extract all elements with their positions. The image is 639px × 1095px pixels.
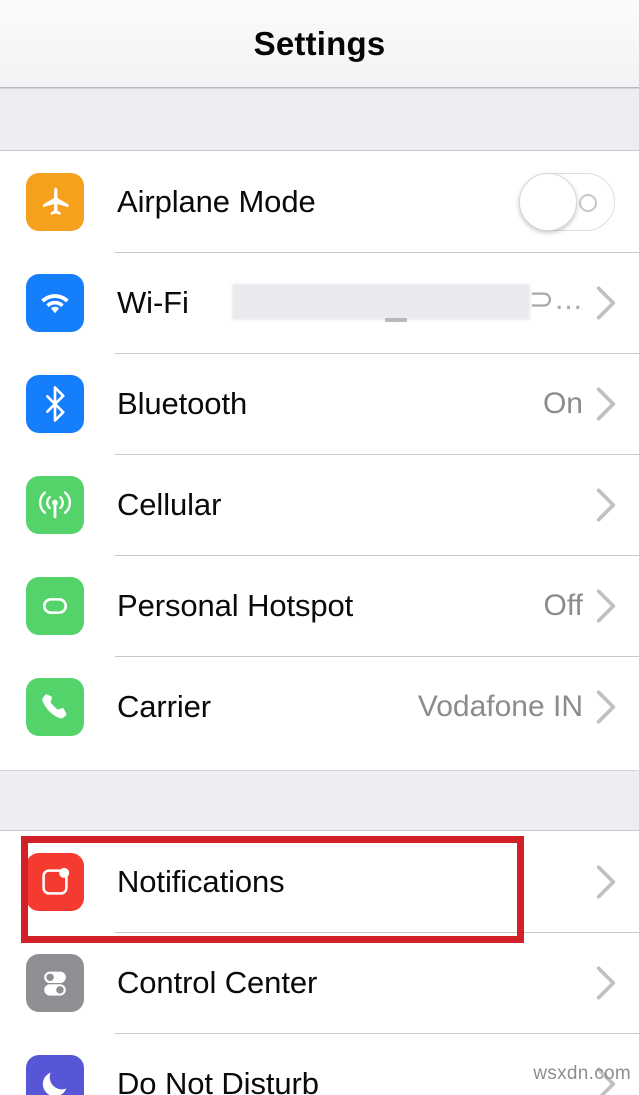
settings-row-label: Notifications: [117, 863, 285, 899]
section-gap-top: [0, 88, 639, 151]
settings-row-label: Carrier: [117, 688, 212, 724]
settings-row-value: On: [542, 386, 583, 420]
settings-row-value: Vodafone IN: [417, 689, 583, 723]
settings-row-notifications[interactable]: Notifications: [0, 831, 639, 932]
personal-hotspot-icon: [26, 576, 84, 635]
notifications-icon: [26, 852, 84, 911]
navigation-bar: Settings: [0, 0, 639, 88]
redaction-artifact: [385, 318, 407, 322]
section-gap-middle: [0, 770, 639, 831]
settings-group-connectivity: Airplane Mode Wi-Fi ⊃... Bluetooth On Ce…: [0, 151, 639, 770]
airplane-mode-toggle[interactable]: [519, 172, 615, 231]
watermark: wsxdn.com: [533, 1063, 631, 1084]
wifi-value-tail: ⊃...: [528, 283, 583, 316]
chevron-right-icon: [595, 587, 617, 625]
airplane-icon: [26, 172, 84, 231]
wifi-network-name-redacted: [232, 284, 530, 320]
page-title: Settings: [253, 24, 386, 62]
settings-row-control-center[interactable]: Control Center: [0, 932, 639, 1033]
chevron-right-icon: [595, 385, 617, 423]
chevron-right-icon: [595, 688, 617, 726]
settings-row-wifi[interactable]: Wi-Fi ⊃...: [0, 252, 639, 353]
chevron-right-icon: [595, 486, 617, 524]
settings-row-airplane-mode[interactable]: Airplane Mode: [0, 151, 639, 252]
settings-row-label: Cellular: [117, 486, 222, 522]
cellular-antenna-icon: [26, 475, 84, 534]
settings-row-label: Personal Hotspot: [117, 587, 354, 623]
control-center-icon: [26, 953, 84, 1012]
toggle-knob[interactable]: [519, 172, 577, 231]
settings-row-label: Do Not Disturb: [117, 1065, 319, 1095]
settings-row-carrier[interactable]: Carrier Vodafone IN: [0, 656, 639, 757]
settings-row-bluetooth[interactable]: Bluetooth On: [0, 353, 639, 454]
settings-row-label: Airplane Mode: [117, 183, 316, 219]
bluetooth-icon: [26, 374, 84, 433]
settings-row-label: Control Center: [117, 964, 318, 1000]
phone-handset-icon: [26, 677, 84, 736]
settings-row-value: Off: [543, 588, 583, 622]
chevron-right-icon: [595, 284, 617, 322]
ios-settings-screen: Settings Airplane Mode Wi-Fi ⊃... Blueto…: [0, 0, 639, 1095]
do-not-disturb-moon-icon: [26, 1054, 84, 1095]
settings-row-label: Wi-Fi: [117, 284, 189, 320]
settings-row-label: Bluetooth: [117, 385, 248, 421]
settings-row-cellular[interactable]: Cellular: [0, 454, 639, 555]
toggle-off-indicator: [579, 193, 597, 212]
settings-row-personal-hotspot[interactable]: Personal Hotspot Off: [0, 555, 639, 656]
settings-group-system: Notifications Control Center Do Not Dist…: [0, 831, 639, 1095]
chevron-right-icon: [595, 863, 617, 901]
chevron-right-icon: [595, 964, 617, 1002]
wifi-icon: [26, 273, 84, 332]
